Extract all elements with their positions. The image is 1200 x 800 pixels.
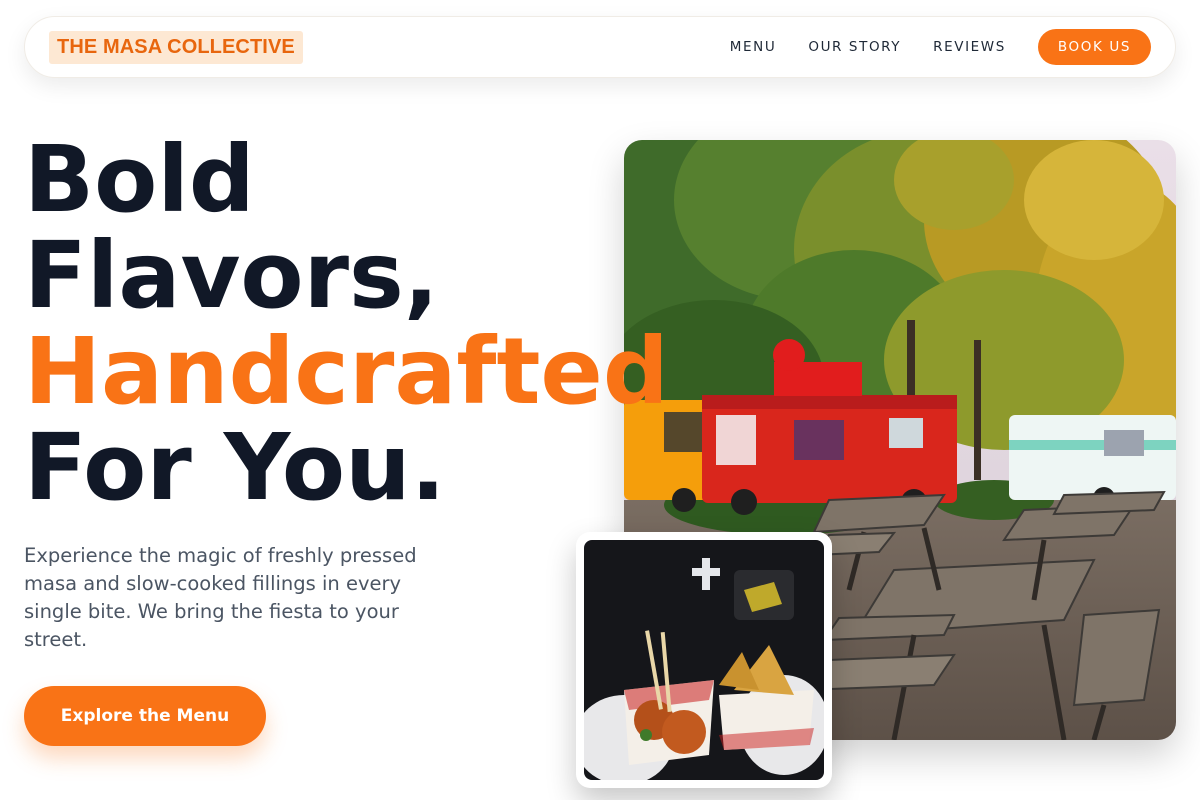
explore-menu-button[interactable]: Explore the Menu xyxy=(24,686,266,746)
brand-logo[interactable]: THE MASA COLLECTIVE xyxy=(49,30,303,64)
nav-link-reviews[interactable]: REVIEWS xyxy=(933,39,1006,55)
landing-page: THE MASA COLLECTIVE MENU OUR STORY REVIE… xyxy=(0,0,1200,800)
book-us-button[interactable]: BOOK US xyxy=(1037,29,1151,65)
nav-link-our-story[interactable]: OUR STORY xyxy=(808,39,901,55)
hero-headline: Bold Flavors, Handcrafted For You. xyxy=(24,132,784,516)
nav-links: MENU OUR STORY REVIEWS BOOK US xyxy=(730,29,1151,65)
top-navigation: THE MASA COLLECTIVE MENU OUR STORY REVIE… xyxy=(24,16,1176,78)
food-inset-card xyxy=(576,532,832,788)
hero-description: Experience the magic of freshly pressed … xyxy=(24,544,417,651)
headline-line-for-you: For You. xyxy=(24,414,446,521)
nav-link-menu[interactable]: MENU xyxy=(730,39,777,55)
headline-accent-handcrafted: Handcrafted xyxy=(24,318,669,425)
food-photo xyxy=(584,540,824,780)
headline-line-flavors: Flavors, xyxy=(24,222,439,329)
headline-line-bold: Bold xyxy=(24,126,255,233)
